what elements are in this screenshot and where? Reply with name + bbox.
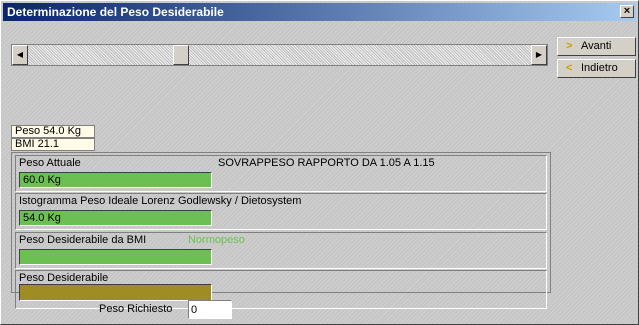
row-status-note: SOVRAPPESO RAPPORTO DA 1.05 A 1.15 (218, 157, 435, 169)
row-label: Peso Desiderabile da BMI (19, 234, 147, 246)
scroll-left-button[interactable]: ◀ (12, 45, 28, 65)
chevron-left-icon: < (566, 62, 573, 74)
requested-weight-label: Peso Richiesto (99, 303, 173, 315)
requested-weight-input[interactable] (188, 300, 232, 319)
row-label: Peso Desiderabile (19, 272, 109, 284)
dialog-window: Determinazione del Peso Desiderabile × ◀… (0, 0, 639, 325)
scroll-thumb[interactable] (173, 45, 189, 65)
indietro-button[interactable]: < Indietro (557, 59, 636, 78)
window-title: Determinazione del Peso Desiderabile (7, 5, 224, 19)
weight-readout: Peso 54.0 Kg (11, 125, 95, 138)
weight-bar: 54.0 Kg (19, 210, 212, 226)
right-arrow-icon: ▶ (535, 50, 543, 59)
indietro-label: Indietro (581, 62, 618, 74)
weight-bar (19, 249, 212, 265)
chevron-right-icon: > (566, 40, 573, 52)
row-istogramma-peso-ideale: Istogramma Peso Ideale Lorenz Godlewsky … (15, 193, 547, 230)
horizontal-scrollbar[interactable]: ◀ ▶ (11, 44, 548, 66)
bmi-readout: BMI 21.1 (11, 138, 95, 151)
weight-bar: 60.0 Kg (19, 172, 212, 188)
row-peso-desiderabile-bmi: Peso Desiderabile da BMI Normopeso (15, 232, 547, 269)
row-label: Peso Attuale (19, 157, 81, 169)
left-arrow-icon: ◀ (16, 50, 24, 59)
row-status-note: Normopeso (188, 234, 245, 246)
row-label: Istogramma Peso Ideale Lorenz Godlewsky … (19, 195, 302, 207)
row-peso-attuale: Peso Attuale SOVRAPPESO RAPPORTO DA 1.05… (15, 155, 547, 192)
weight-bar (19, 284, 212, 301)
avanti-button[interactable]: > Avanti (557, 37, 636, 56)
title-bar[interactable]: Determinazione del Peso Desiderabile × (3, 3, 636, 21)
avanti-label: Avanti (581, 40, 612, 52)
scroll-right-button[interactable]: ▶ (531, 45, 547, 65)
row-peso-desiderabile: Peso Desiderabile (15, 270, 547, 309)
close-button[interactable]: × (620, 5, 634, 18)
